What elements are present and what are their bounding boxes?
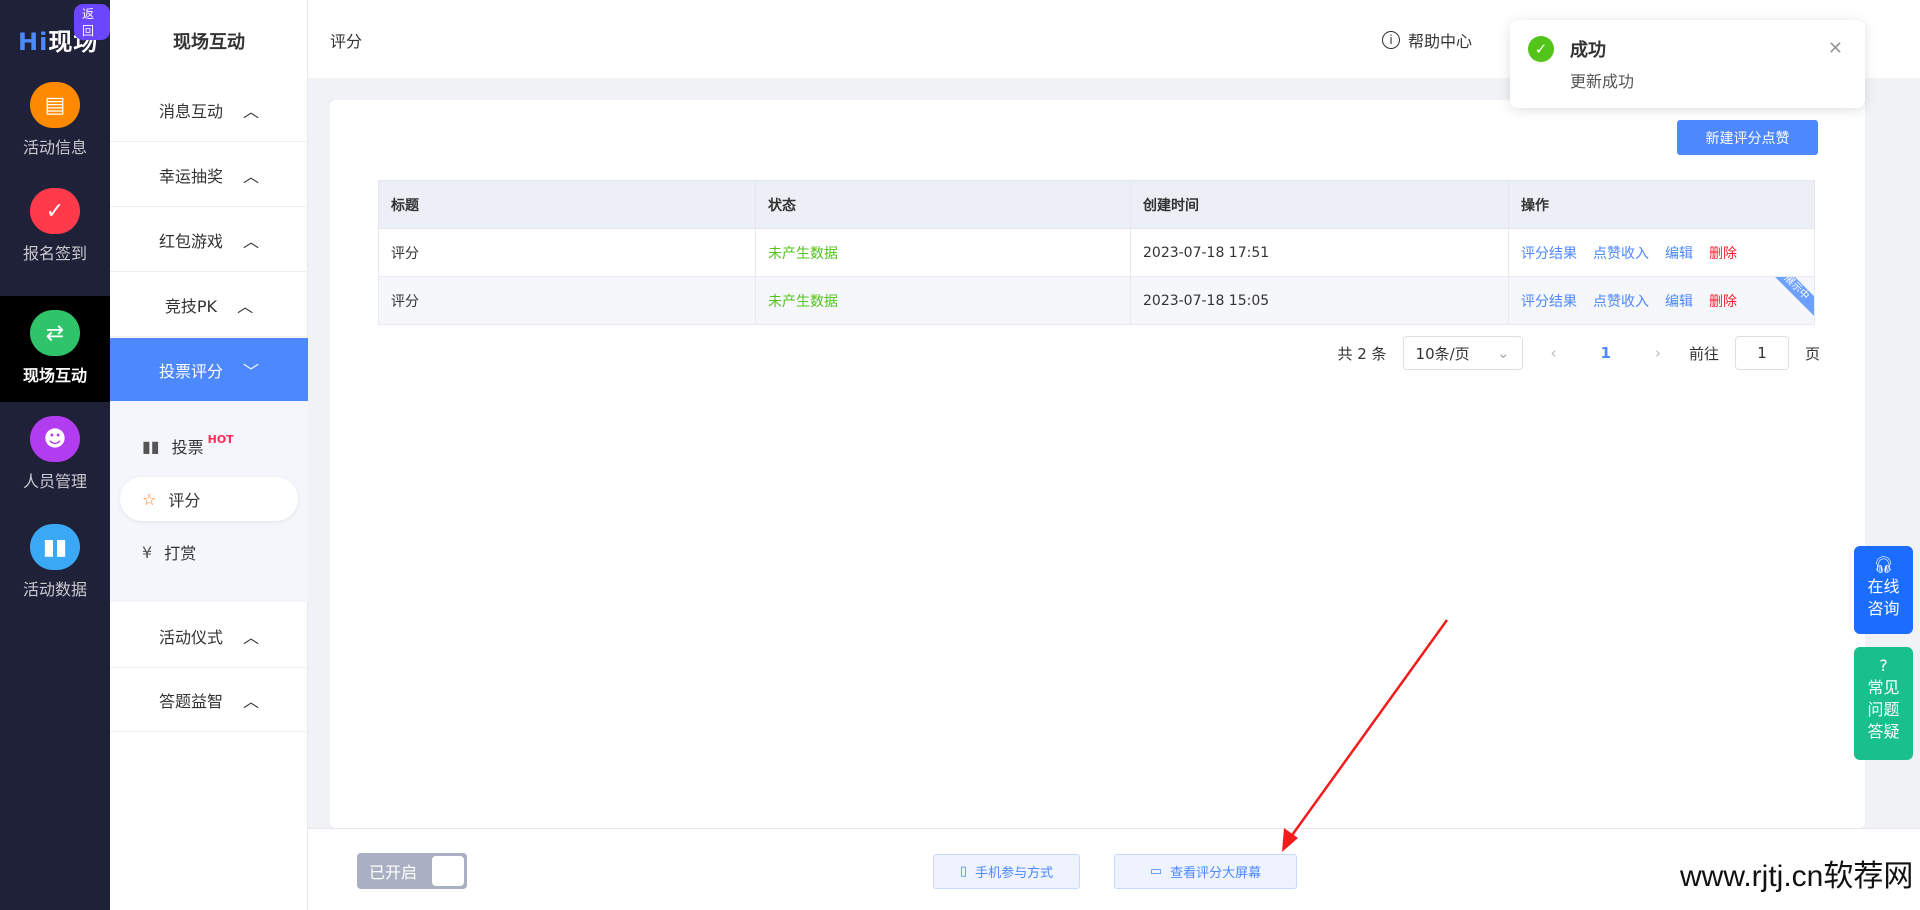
arrow-line [1288, 619, 1449, 839]
success-toast: ✓ 成功 更新成功 ✕ [1510, 20, 1865, 108]
float-label: 咨询 [1867, 599, 1900, 618]
close-icon[interactable]: ✕ [1828, 38, 1843, 59]
float-label: 问题 [1867, 700, 1900, 719]
float-label: 在线 [1867, 577, 1900, 596]
faq-button[interactable]: ? 常见 问题 答疑 [1854, 647, 1913, 760]
float-label: 常见 [1867, 678, 1900, 697]
online-consult-button[interactable]: 🎧︎ 在线 咨询 [1854, 546, 1913, 634]
check-circle-icon: ✓ [1528, 36, 1554, 62]
question-circle-icon: ? [1879, 656, 1888, 675]
annotation-arrow [1282, 619, 1449, 852]
toast-message: 更新成功 [1570, 72, 1635, 91]
toast-title: 成功 [1570, 40, 1606, 61]
headset-icon: 🎧︎ [1873, 555, 1894, 574]
float-label: 答疑 [1867, 722, 1900, 741]
